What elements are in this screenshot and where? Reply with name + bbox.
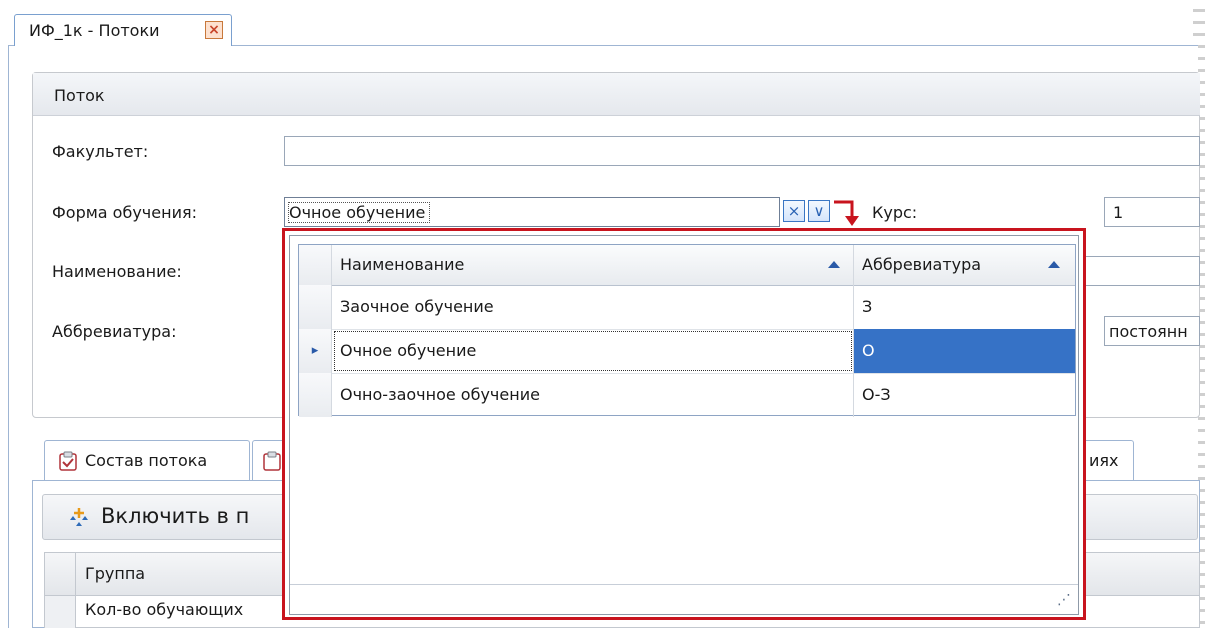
row-selector (299, 285, 332, 329)
stream-group-header (33, 73, 1200, 116)
add-group-icon (70, 508, 88, 526)
study-form-value: Очное обучение (287, 202, 431, 223)
column-header-abbreviation[interactable]: Аббревиатура (854, 245, 1075, 285)
row-selector (299, 373, 332, 417)
tab-stream-composition[interactable]: Состав потока (44, 440, 250, 480)
type-combo[interactable]: постоянн (1104, 316, 1200, 346)
tab-last-label: иях (1089, 451, 1119, 470)
chevron-down-icon[interactable]: ∨ (808, 200, 830, 222)
dropdown-grid-header: Наименование Аббревиатура (299, 245, 1075, 286)
clipboard-check-icon (59, 451, 77, 471)
popup-footer-divider (290, 584, 1078, 585)
popup-inner: Наименование Аббревиатура Заочное обучен… (289, 235, 1079, 615)
row-selector: ▸ (299, 329, 332, 373)
list-item[interactable]: Заочное обучение З (299, 285, 1075, 330)
study-form-label: Форма обучения: (52, 203, 197, 222)
resize-grip-icon[interactable]: ⋰ (1057, 592, 1071, 608)
abbreviation-label: Аббревиатура: (52, 322, 177, 341)
include-in-stream-label: Включить в п (101, 504, 250, 528)
row-abbreviation-cell: О-З (862, 385, 891, 404)
stream-group-title: Поток (54, 86, 105, 105)
faculty-input[interactable] (284, 136, 1200, 166)
row-name-cell: Заочное обучение (332, 285, 854, 329)
sort-ascending-icon (1048, 261, 1060, 268)
close-icon[interactable]: × (205, 21, 223, 39)
type-value: постоянн (1109, 322, 1188, 341)
clipboard-check-icon (263, 451, 281, 471)
header-selector (299, 245, 332, 285)
row-abbreviation-cell: З (862, 297, 873, 316)
lower-grid-col-group[interactable]: Группа (85, 564, 145, 583)
tab-stream-composition-label: Состав потока (85, 451, 208, 470)
study-form-dropdown-popup[interactable]: Наименование Аббревиатура Заочное обучен… (282, 228, 1086, 620)
document-tab[interactable]: ИФ_1к - Потоки × (14, 14, 232, 46)
name-label: Наименование: (52, 262, 182, 281)
list-item[interactable]: Очно-заочное обучение О-З (299, 373, 1075, 417)
row-abbreviation-cell: О (854, 329, 1075, 373)
course-input[interactable]: 1 (1104, 197, 1200, 227)
clear-icon[interactable]: × (783, 200, 805, 222)
column-header-name-label: Наименование (340, 255, 465, 274)
row-name-cell: Очно-заочное обучение (332, 373, 854, 417)
study-form-combo[interactable]: Очное обучение (284, 197, 780, 227)
course-value: 1 (1113, 203, 1124, 222)
column-header-name[interactable]: Наименование (332, 245, 854, 285)
lower-grid-selector-header (45, 553, 76, 595)
list-item-selected[interactable]: ▸ Очное обучение О (299, 329, 1075, 374)
row-pointer-icon: ▸ (311, 343, 319, 358)
faculty-label: Факультет: (52, 142, 149, 161)
course-label: Курс: (872, 203, 918, 222)
row-cell: Кол-во обучающих (85, 600, 244, 619)
column-header-abbreviation-label: Аббревиатура (862, 255, 982, 274)
sort-ascending-icon (828, 261, 840, 268)
row-name-cell: Очное обучение (332, 329, 854, 373)
dropdown-grid: Наименование Аббревиатура Заочное обучен… (298, 244, 1076, 417)
document-tab-label: ИФ_1к - Потоки (29, 21, 160, 40)
red-arrow-icon (834, 200, 859, 226)
row-selector (45, 596, 76, 628)
